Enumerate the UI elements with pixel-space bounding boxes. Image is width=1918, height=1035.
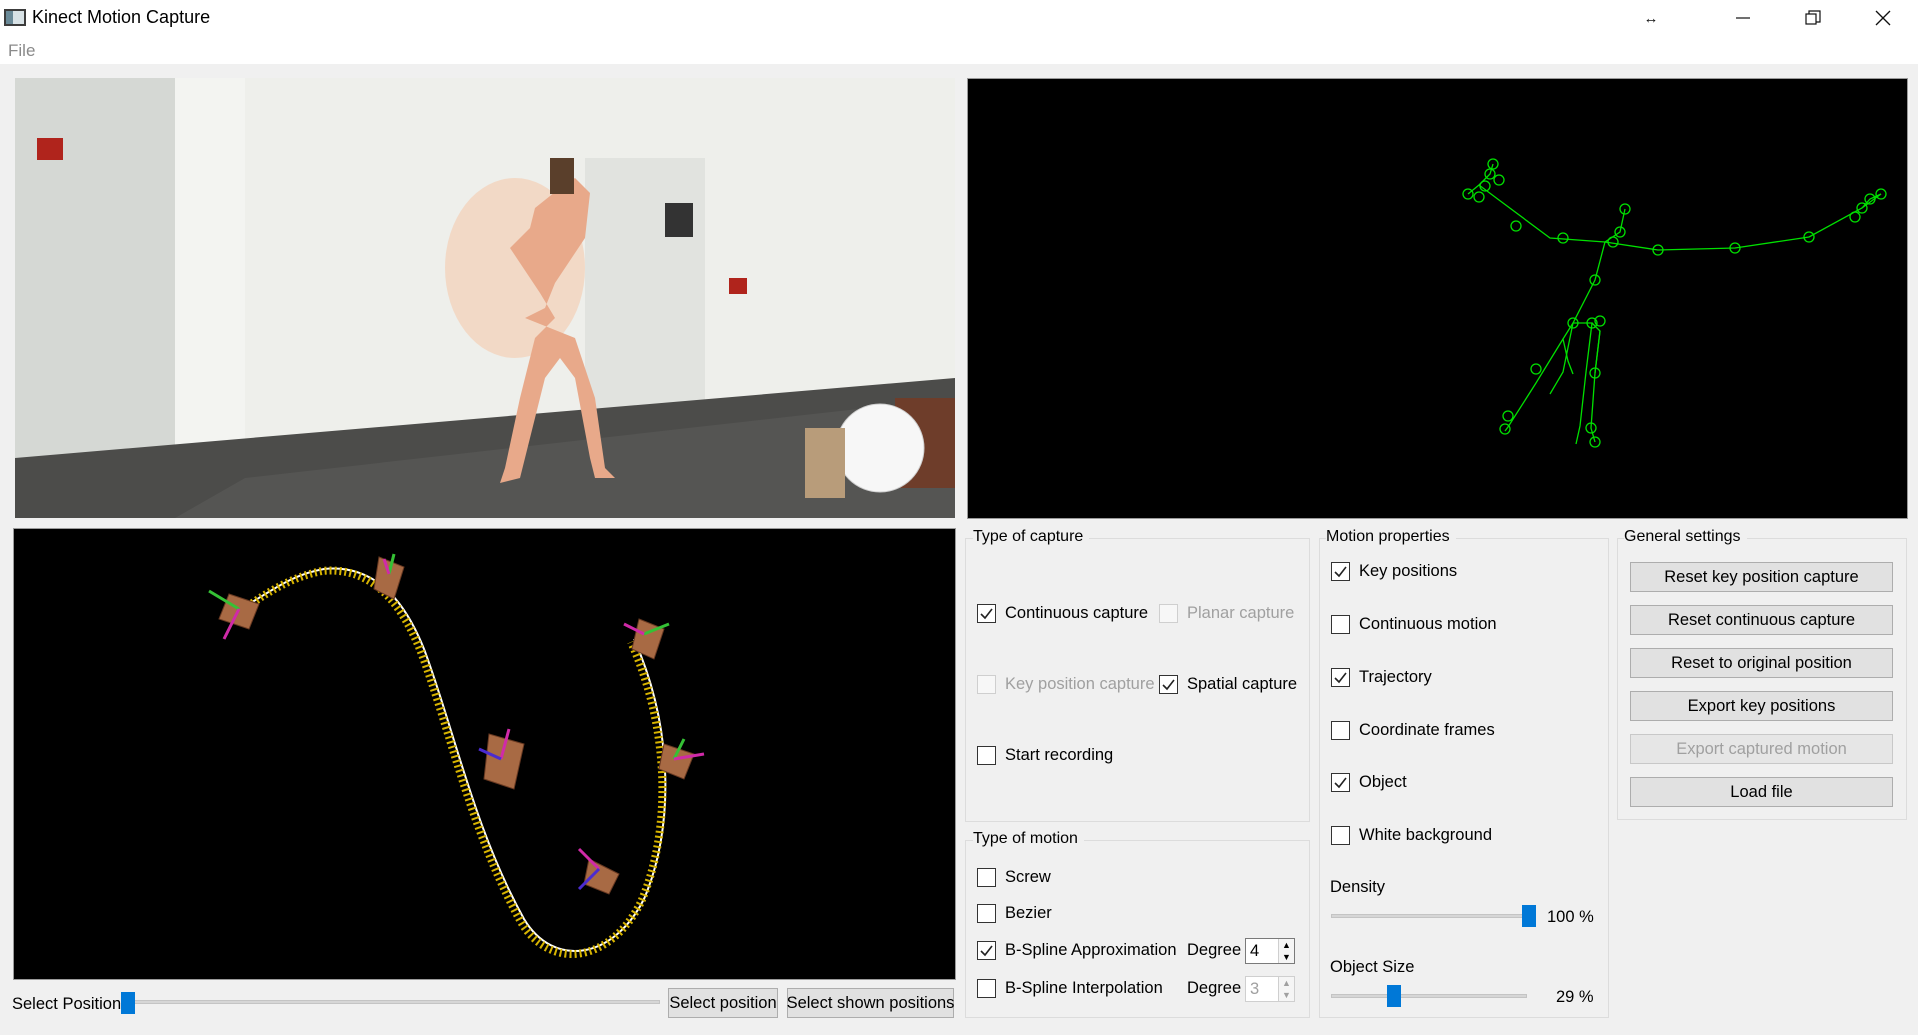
position-slider-track[interactable] bbox=[122, 1000, 660, 1004]
white-background-label: White background bbox=[1359, 826, 1492, 844]
continuous-capture-checkbox[interactable] bbox=[977, 604, 996, 623]
screw-checkbox[interactable] bbox=[977, 868, 996, 887]
spatial-capture-checkbox[interactable] bbox=[1159, 675, 1178, 694]
export-captured-motion-button: Export captured motion bbox=[1630, 734, 1893, 764]
spin-arrows-icon: ▲ ▼ bbox=[1278, 977, 1294, 1001]
capture-type-title: Type of capture bbox=[973, 528, 1090, 546]
object-size-slider-thumb[interactable] bbox=[1387, 985, 1401, 1007]
start-recording-checkbox[interactable] bbox=[977, 746, 996, 765]
trajectory-checkbox[interactable] bbox=[1331, 668, 1350, 687]
continuous-capture-label: Continuous capture bbox=[1005, 604, 1149, 622]
density-slider-track[interactable] bbox=[1331, 914, 1527, 918]
object-size-label: Object Size bbox=[1330, 958, 1415, 976]
trajectory-label: Trajectory bbox=[1359, 668, 1432, 686]
object-label: Object bbox=[1359, 773, 1407, 791]
bspline-approx-degree-label: Degree bbox=[1187, 941, 1242, 959]
app-window-icon bbox=[4, 9, 26, 26]
export-key-positions-button[interactable]: Export key positions bbox=[1630, 691, 1893, 721]
bspline-approx-label: B-Spline Approximation bbox=[1005, 941, 1177, 959]
continuous-motion-checkbox[interactable] bbox=[1331, 615, 1350, 634]
planar-capture-label: Planar capture bbox=[1187, 604, 1295, 622]
bezier-checkbox[interactable] bbox=[977, 904, 996, 923]
motion-properties-title: Motion properties bbox=[1326, 528, 1456, 546]
key-position-capture-checkbox bbox=[977, 675, 996, 694]
key-positions-label: Key positions bbox=[1359, 562, 1458, 580]
continuous-motion-label: Continuous motion bbox=[1359, 615, 1497, 633]
window-title: Kinect Motion Capture bbox=[32, 7, 211, 27]
coordinate-frames-checkbox[interactable] bbox=[1331, 721, 1350, 740]
menu-file[interactable]: File bbox=[8, 41, 35, 61]
resize-arrows-icon[interactable]: ↔ bbox=[1616, 0, 1686, 36]
spin-arrows-icon[interactable]: ▲ ▼ bbox=[1278, 939, 1294, 963]
bezier-label: Bezier bbox=[1005, 904, 1052, 922]
camera-feed-view bbox=[15, 78, 955, 518]
load-file-button[interactable]: Load file bbox=[1630, 777, 1893, 807]
bspline-interp-degree-label: Degree bbox=[1187, 979, 1242, 997]
general-settings-title: General settings bbox=[1624, 528, 1747, 546]
reset-original-position-button[interactable]: Reset to original position bbox=[1630, 648, 1893, 678]
object-checkbox[interactable] bbox=[1331, 773, 1350, 792]
minimize-icon[interactable] bbox=[1708, 0, 1778, 36]
bspline-interp-degree-spinbox: 3 ▲ ▼ bbox=[1245, 976, 1295, 1002]
bspline-interp-label: B-Spline Interpolation bbox=[1005, 979, 1163, 997]
position-slider-thumb[interactable] bbox=[121, 992, 135, 1014]
key-positions-checkbox[interactable] bbox=[1331, 562, 1350, 581]
planar-capture-checkbox bbox=[1159, 604, 1178, 623]
motion-type-title: Type of motion bbox=[973, 830, 1084, 848]
object-size-slider-track[interactable] bbox=[1331, 994, 1527, 998]
select-shown-positions-button[interactable]: Select shown positions bbox=[787, 988, 954, 1018]
bspline-interp-degree-value: 3 bbox=[1250, 980, 1260, 998]
motion-3d-view bbox=[13, 528, 956, 980]
bspline-approx-degree-value: 4 bbox=[1250, 942, 1260, 960]
screw-label: Screw bbox=[1005, 868, 1051, 886]
object-size-value: 29 % bbox=[1556, 988, 1594, 1006]
spatial-capture-label: Spatial capture bbox=[1187, 675, 1298, 693]
restore-icon[interactable] bbox=[1778, 0, 1848, 36]
density-label: Density bbox=[1330, 878, 1386, 896]
white-background-checkbox[interactable] bbox=[1331, 826, 1350, 845]
reset-key-position-capture-button[interactable]: Reset key position capture bbox=[1630, 562, 1893, 592]
bspline-approx-degree-spinbox[interactable]: 4 ▲ ▼ bbox=[1245, 938, 1295, 964]
coordinate-frames-label: Coordinate frames bbox=[1359, 721, 1495, 739]
menu-bar bbox=[0, 36, 1918, 64]
bspline-interp-checkbox[interactable] bbox=[977, 979, 996, 998]
density-value: 100 % bbox=[1547, 908, 1594, 926]
select-position-button[interactable]: Select position bbox=[668, 988, 778, 1018]
start-recording-label: Start recording bbox=[1005, 746, 1114, 764]
bspline-approx-checkbox[interactable] bbox=[977, 941, 996, 960]
skeleton-view bbox=[967, 78, 1908, 519]
key-position-capture-label: Key position capture bbox=[1005, 675, 1155, 693]
density-slider-thumb[interactable] bbox=[1522, 905, 1536, 927]
close-icon[interactable] bbox=[1848, 0, 1918, 36]
reset-continuous-capture-button[interactable]: Reset continuous capture bbox=[1630, 605, 1893, 635]
select-position-label: Select Position bbox=[12, 995, 122, 1013]
